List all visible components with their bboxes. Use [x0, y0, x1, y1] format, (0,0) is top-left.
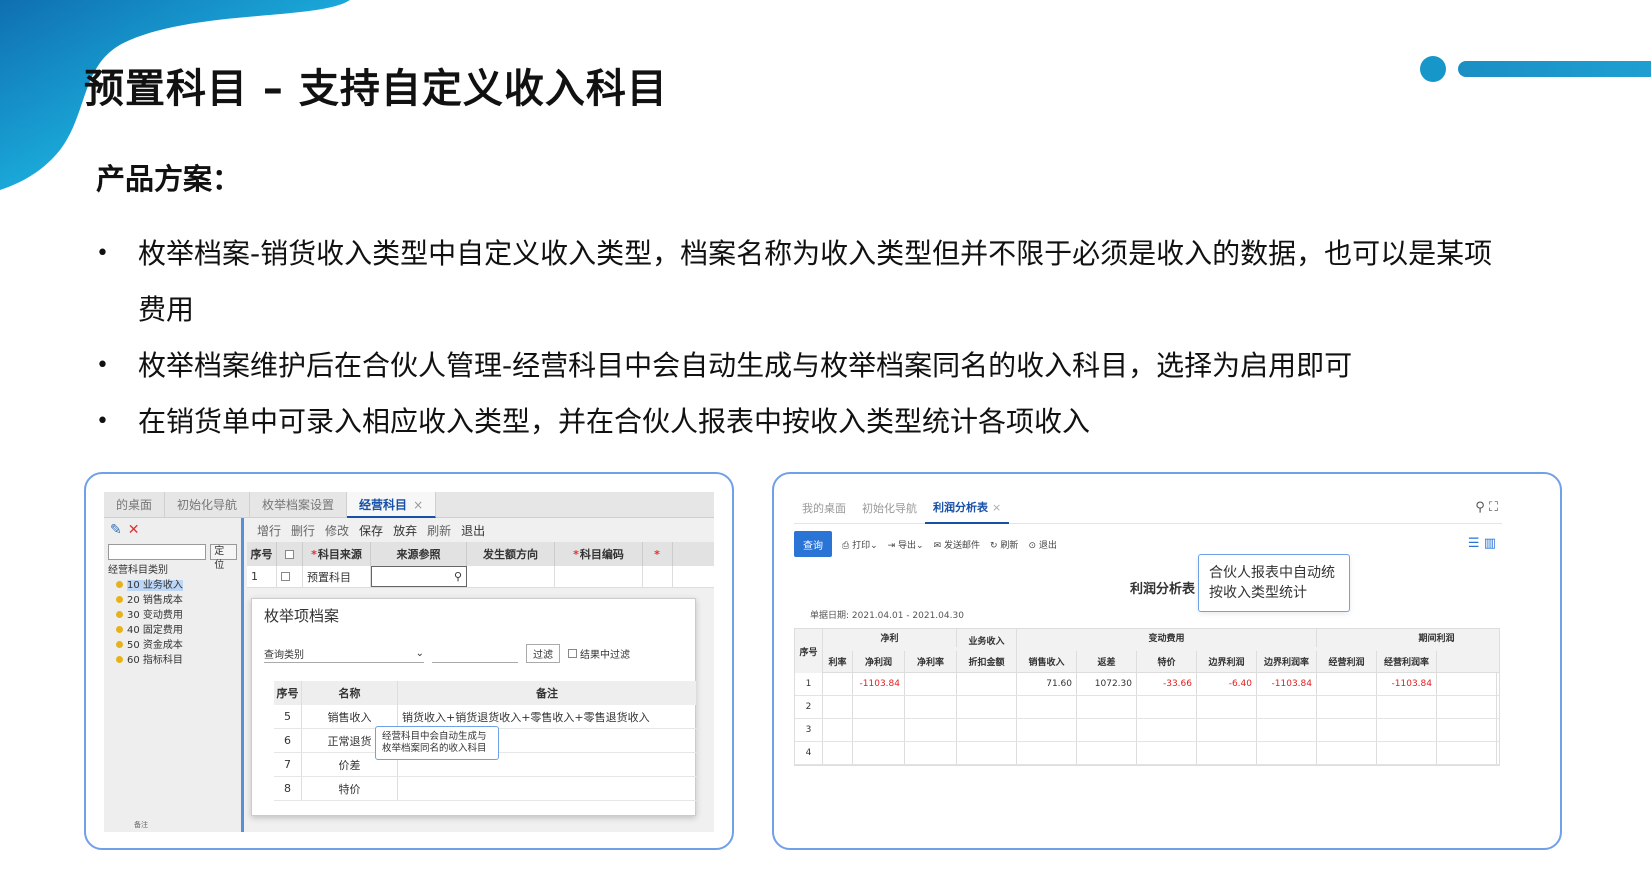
subject-grid-area: 增行 删行 修改 保存 放弃 刷新 退出 序号 * 科目来源 来源参照 发生额方向… [247, 518, 714, 832]
locate-input[interactable] [108, 544, 207, 560]
sidebar-toolbar: ✎ ✕ [104, 518, 241, 540]
column-header: * [643, 542, 673, 566]
table-row[interactable]: 8 特价 [274, 777, 697, 801]
column-header: 序号 [247, 542, 277, 566]
report-title: 利润分析表 [1130, 582, 1196, 597]
screenshot-frame-profit-report: 我的桌面 初始化导航 利润分析表 × ⚲ ⛶ 查询 ⎙ 打印⌄ ⇥ 导出⌄ ✉ 发… [772, 472, 1562, 850]
exit-button[interactable]: ⊙ 退出 [1028, 538, 1056, 551]
dialog-title: 枚举项档案 [264, 607, 340, 625]
table-row[interactable]: 2 [795, 696, 1499, 719]
export-button[interactable]: ⇥ 导出⌄ [888, 538, 924, 551]
folder-icon [116, 611, 123, 618]
tree-item[interactable]: 20 销售成本 [108, 593, 237, 608]
dialog-query-bar: 查询类别 ⌄ 过滤 结果中过滤 [252, 632, 695, 663]
grid-header: 序号 * 科目来源 来源参照 发生额方向 * 科目编码 * [247, 542, 714, 566]
exit-button[interactable]: 退出 [461, 522, 485, 539]
locate-button[interactable]: 定位 [210, 544, 237, 571]
profit-analysis-window: 我的桌面 初始化导航 利润分析表 × ⚲ ⛶ 查询 ⎙ 打印⌄ ⇥ 导出⌄ ✉ 发… [794, 492, 1502, 818]
folder-icon [116, 641, 123, 648]
tab-operating-subjects[interactable]: 经营科目 × [347, 492, 437, 518]
close-icon[interactable]: × [992, 501, 1001, 514]
close-icon[interactable]: × [413, 498, 423, 512]
query-button[interactable]: 查询 [794, 531, 832, 557]
delete-row-button[interactable]: 删行 [291, 522, 315, 539]
filter-in-results-checkbox[interactable]: 结果中过滤 [568, 646, 630, 661]
delete-icon[interactable]: ✕ [128, 522, 140, 538]
tab-enum-settings[interactable]: 枚举档案设置 [250, 492, 348, 518]
tree-item[interactable]: 10 业务收入 [108, 578, 237, 593]
tab-init-nav[interactable]: 初始化导航 [854, 500, 925, 516]
enum-archive-dialog: 枚举项档案 查询类别 ⌄ 过滤 结果中过滤 序号 名称 备注 5 销售收入 销货… [251, 598, 697, 816]
annotation-tooltip: 经营科目中会自动生成与枚举档案同名的收入科目 [375, 726, 499, 760]
modify-button[interactable]: 修改 [325, 522, 349, 539]
table-row[interactable]: 1 -1103.84 71.60 1072.30 -33.66 -6.40 -1… [795, 673, 1499, 696]
slide-subtitle: 产品方案： [96, 162, 242, 196]
operating-subjects-window: 的桌面 初始化导航 枚举档案设置 经营科目 × ✎ ✕ 定位 经营科目类别 10 业… [104, 492, 714, 832]
tree-item[interactable]: 40 固定费用 [108, 623, 237, 638]
seq-header: 序号 [795, 629, 823, 673]
table-header: 序号 名称 备注 [274, 681, 697, 705]
select-all-checkbox[interactable] [277, 542, 303, 566]
table-row[interactable]: 4 [795, 742, 1499, 765]
folder-icon [116, 596, 123, 603]
save-button[interactable]: 保存 [359, 522, 383, 539]
tab-init-nav[interactable]: 初始化导航 [165, 492, 251, 518]
add-row-button[interactable]: 增行 [257, 522, 281, 539]
chevron-down-icon: ⌄ [415, 647, 424, 659]
category-tree: 经营科目类别 10 业务收入 20 销售成本 30 变动费用 40 固定费用 5… [104, 560, 241, 672]
slide-title: 预置科目 – 支持自定义收入科目 [84, 66, 668, 112]
query-category-select[interactable]: 查询类别 ⌄ [264, 645, 424, 663]
refresh-button[interactable]: ↻ 刷新 [990, 538, 1018, 551]
list-view-icon[interactable]: ☰ ▥ [1468, 536, 1496, 551]
sidebar-status: 备注 [134, 821, 148, 829]
table-row[interactable]: 3 [795, 719, 1499, 742]
bullet-item: • 枚举档案维护后在合伙人管理-经营科目中会自动生成与枚举档案同名的收入科目，选择… [96, 349, 1353, 382]
column-header: * 科目编码 [555, 542, 643, 566]
sidebar-search: 定位 [104, 544, 241, 571]
folder-icon [116, 656, 123, 663]
search-icon[interactable]: ⚲ [454, 570, 462, 583]
column-header: 来源参照 [371, 542, 467, 566]
bullet-item: • 在销货单中可录入相应收入类型，并在合伙人报表中按收入类型统计各项收入 [96, 405, 1091, 438]
table-header-group: 净利 业务收入 变动费用 期间利润 [795, 629, 1499, 651]
filter-button[interactable]: 过滤 [526, 644, 560, 663]
refresh-button[interactable]: 刷新 [427, 522, 451, 539]
send-email-button[interactable]: ✉ 发送邮件 [934, 538, 980, 551]
decoration-dot [1420, 56, 1446, 82]
print-button[interactable]: ⎙ 打印⌄ [842, 538, 878, 551]
table-row[interactable]: 1 预置科目 ⚲ [247, 566, 714, 588]
date-range: 单据日期: 2021.04.01 - 2021.04.30 [810, 611, 964, 621]
report-toolbar: 查询 ⎙ 打印⌄ ⇥ 导出⌄ ✉ 发送邮件 ↻ 刷新 ⊙ 退出 [794, 530, 1502, 558]
decoration-bar [1458, 61, 1651, 77]
grid-toolbar: 增行 删行 修改 保存 放弃 刷新 退出 [247, 518, 714, 542]
tree-item[interactable]: 50 资金成本 [108, 638, 237, 653]
column-header: 发生额方向 [467, 542, 555, 566]
edit-icon[interactable]: ✎ [110, 522, 122, 538]
tab-my-desktop[interactable]: 我的桌面 [794, 500, 854, 516]
tab-desktop[interactable]: 的桌面 [104, 492, 166, 518]
folder-icon [116, 581, 123, 588]
tree-item[interactable]: 60 指标科目 [108, 653, 237, 668]
annotation-tooltip: 合伙人报表中自动统按收入类型统计 [1198, 554, 1350, 612]
profit-table: 净利 业务收入 变动费用 期间利润 利率 净利润 净利率 折扣金额 销售收入 返… [794, 628, 1500, 766]
table-header: 利率 净利润 净利率 折扣金额 销售收入 返差 特价 边界利润 边界利润率 经营… [795, 651, 1499, 673]
column-header: * 科目来源 [303, 542, 371, 566]
bullet-item: • 枚举档案-销货收入类型中自定义收入类型，档案名称为收入类型但并不限于必须是收入… [96, 237, 1493, 326]
source-ref-input[interactable]: ⚲ [371, 566, 467, 587]
discard-button[interactable]: 放弃 [393, 522, 417, 539]
bullet-list: • 枚举档案-销货收入类型中自定义收入类型，档案名称为收入类型但并不限于必须是收入… [96, 226, 1516, 450]
query-input[interactable] [432, 645, 518, 663]
tab-profit-analysis[interactable]: 利润分析表 × [925, 492, 1010, 524]
tab-bar: 的桌面 初始化导航 枚举档案设置 经营科目 × [104, 492, 714, 518]
screenshot-frame-enum-archive: 的桌面 初始化导航 枚举档案设置 经营科目 × ✎ ✕ 定位 经营科目类别 10 业… [84, 472, 734, 850]
search-icon[interactable]: ⚲ ⛶ [1475, 500, 1498, 515]
tree-item[interactable]: 30 变动费用 [108, 608, 237, 623]
tab-bar: 我的桌面 初始化导航 利润分析表 × [794, 492, 1502, 524]
row-checkbox[interactable] [277, 566, 303, 587]
folder-icon [116, 626, 123, 633]
subject-category-sidebar: ✎ ✕ 定位 经营科目类别 10 业务收入 20 销售成本 30 变动费用 40 … [104, 518, 244, 832]
